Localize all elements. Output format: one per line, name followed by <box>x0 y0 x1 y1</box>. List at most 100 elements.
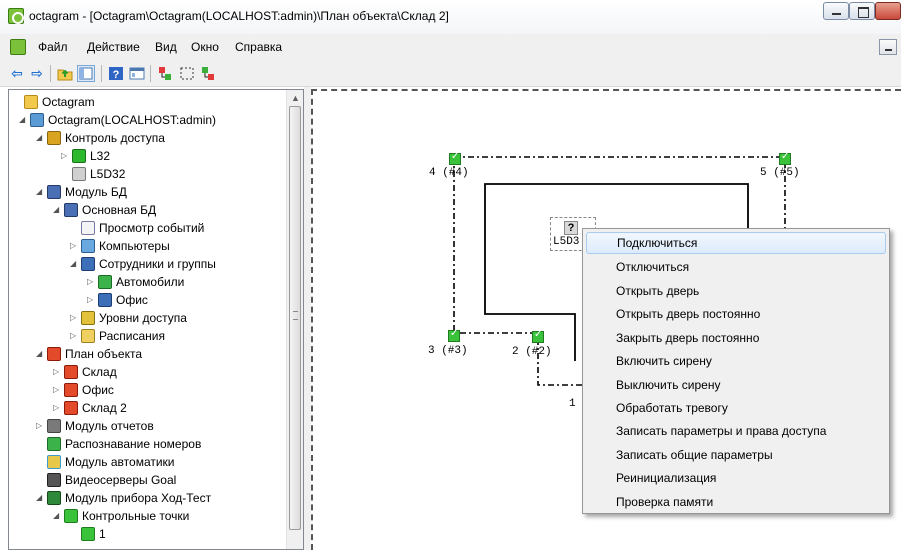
document-minimize-button[interactable] <box>879 39 897 55</box>
expand-arrow-icon[interactable]: ▷ <box>53 381 62 399</box>
tree-item-label: Распознавание номеров <box>65 437 202 451</box>
collapse-arrow-icon[interactable]: ◢ <box>19 111 28 129</box>
context-menu-item[interactable]: Проверка памяти <box>586 491 886 513</box>
context-menu-item[interactable]: Открыть дверь <box>586 280 886 302</box>
camera-icon <box>47 473 61 487</box>
context-menu-item[interactable]: Записать общие параметры <box>586 444 886 466</box>
checkpoint-3-icon[interactable] <box>448 328 460 342</box>
expand-arrow-icon[interactable]: ▷ <box>61 147 70 165</box>
disconnect-icon[interactable] <box>199 65 217 82</box>
tree-item-label: Основная БД <box>82 203 157 217</box>
menu-file[interactable]: Файл <box>38 40 68 54</box>
panel-splitter[interactable] <box>304 87 311 550</box>
database-icon <box>47 185 61 199</box>
forward-icon[interactable]: ⇨ <box>28 65 46 82</box>
people-icon <box>98 293 112 307</box>
expand-arrow-icon[interactable]: ▷ <box>70 309 79 327</box>
menu-action[interactable]: Действие <box>87 40 140 54</box>
controller-icon <box>72 149 86 163</box>
scrollbar-thumb[interactable] <box>289 106 301 530</box>
menu-view[interactable]: Вид <box>155 40 177 54</box>
context-menu-item[interactable]: Обработать тревогу <box>586 397 886 419</box>
collapse-arrow-icon[interactable]: ◢ <box>70 255 79 273</box>
events-icon <box>81 221 95 235</box>
collapse-arrow-icon[interactable]: ◢ <box>53 201 62 219</box>
checkpoint-icon <box>64 509 78 523</box>
tree-item-label: Офис <box>82 383 114 397</box>
connect-icon[interactable] <box>156 65 174 82</box>
database-icon <box>64 203 78 217</box>
back-icon[interactable]: ⇦ <box>8 65 26 82</box>
tree-item-label: Склад 2 <box>82 401 127 415</box>
show-tree-icon[interactable] <box>77 65 95 82</box>
tree-item-label: Офис <box>116 293 148 307</box>
tree-item-label: Сотрудники и группы <box>99 257 216 271</box>
close-button[interactable] <box>875 2 901 20</box>
tree-item-label: Склад <box>82 365 117 379</box>
title-bar: octagram - [Octagram\Octagram(LOCALHOST:… <box>0 0 901 34</box>
context-menu-item[interactable]: Подключиться <box>586 232 886 254</box>
people-icon <box>81 257 95 271</box>
toolbar-separator <box>50 65 51 82</box>
collapse-arrow-icon[interactable]: ◢ <box>36 489 45 507</box>
menu-help[interactable]: Справка <box>235 40 282 54</box>
device-label: L5D3 <box>553 236 580 248</box>
tree-scrollbar[interactable]: ▲ <box>286 90 303 549</box>
toolbar-separator <box>150 65 151 82</box>
tree-item-label: Модуль БД <box>65 185 127 199</box>
context-menu-item[interactable]: Открыть дверь постоянно <box>586 303 886 325</box>
checkpoint-3-label: 3 (#3) <box>428 345 468 357</box>
maximize-button[interactable] <box>849 2 875 20</box>
document-icon[interactable] <box>10 39 26 55</box>
context-menu-item[interactable]: Отключиться <box>586 256 886 278</box>
checkpoint-2-icon[interactable] <box>532 329 544 343</box>
context-menu-item[interactable]: Реинициализация <box>586 467 886 489</box>
car-icon <box>47 437 61 451</box>
checkpoint-4-label: 4 (#4) <box>429 167 469 179</box>
collapse-arrow-icon[interactable]: ◢ <box>36 345 45 363</box>
car-icon <box>98 275 112 289</box>
expand-arrow-icon[interactable]: ▷ <box>53 363 62 381</box>
plan-icon <box>64 383 78 397</box>
up-folder-icon[interactable] <box>56 65 74 82</box>
tree-item-label: Модуль прибора Ход-Тест <box>65 491 212 505</box>
expand-arrow-icon[interactable]: ▷ <box>70 327 79 345</box>
collapse-arrow-icon[interactable]: ◢ <box>36 183 45 201</box>
expand-arrow-icon[interactable]: ▷ <box>53 399 62 417</box>
menu-window[interactable]: Окно <box>191 40 219 54</box>
select-icon[interactable] <box>178 65 196 82</box>
window-title: octagram - [Octagram\Octagram(LOCALHOST:… <box>29 9 449 23</box>
context-menu-item[interactable]: Закрыть дверь постоянно <box>586 327 886 349</box>
checkpoint-icon <box>81 527 95 541</box>
tree-item-label: Контрольные точки <box>82 509 190 523</box>
properties-icon[interactable] <box>128 65 146 82</box>
device-module-icon <box>47 491 61 505</box>
expand-arrow-icon[interactable]: ▷ <box>87 273 96 291</box>
help-icon[interactable]: ? <box>107 65 125 82</box>
collapse-arrow-icon[interactable]: ◢ <box>53 507 62 525</box>
context-menu-item[interactable]: Записать параметры и права доступа <box>586 420 886 442</box>
collapse-arrow-icon[interactable]: ◢ <box>36 129 45 147</box>
unknown-device-icon: ? <box>564 221 578 235</box>
object-tree[interactable]: Octagram ◢ Octagram(LOCALHOST:admin) ◢ Контр… <box>8 89 304 550</box>
expand-arrow-icon[interactable]: ▷ <box>87 291 96 309</box>
expand-arrow-icon[interactable]: ▷ <box>36 417 45 435</box>
checkpoint-4-icon[interactable] <box>449 151 461 165</box>
tree-item-label: L32 <box>90 149 111 163</box>
toolbar-separator <box>101 65 102 82</box>
checkpoint-5-icon[interactable] <box>779 151 791 165</box>
checkpoint-5-label: 5 (#5) <box>760 167 800 179</box>
app-icon <box>8 8 24 24</box>
menu-bar: Файл Действие Вид Окно Справка <box>0 34 901 60</box>
expand-arrow-icon[interactable]: ▷ <box>70 237 79 255</box>
toolbar: ⇦ ⇨ ? <box>0 60 901 87</box>
computers-icon <box>81 239 95 253</box>
minimize-button[interactable] <box>823 2 849 20</box>
lock-icon <box>47 131 61 145</box>
context-menu-item[interactable]: Включить сирену <box>586 350 886 372</box>
plan-icon <box>64 365 78 379</box>
context-menu-item[interactable]: Выключить сирену <box>586 374 886 396</box>
folder-icon <box>24 95 38 109</box>
scroll-up-icon[interactable]: ▲ <box>287 90 303 107</box>
automation-icon <box>47 455 61 469</box>
